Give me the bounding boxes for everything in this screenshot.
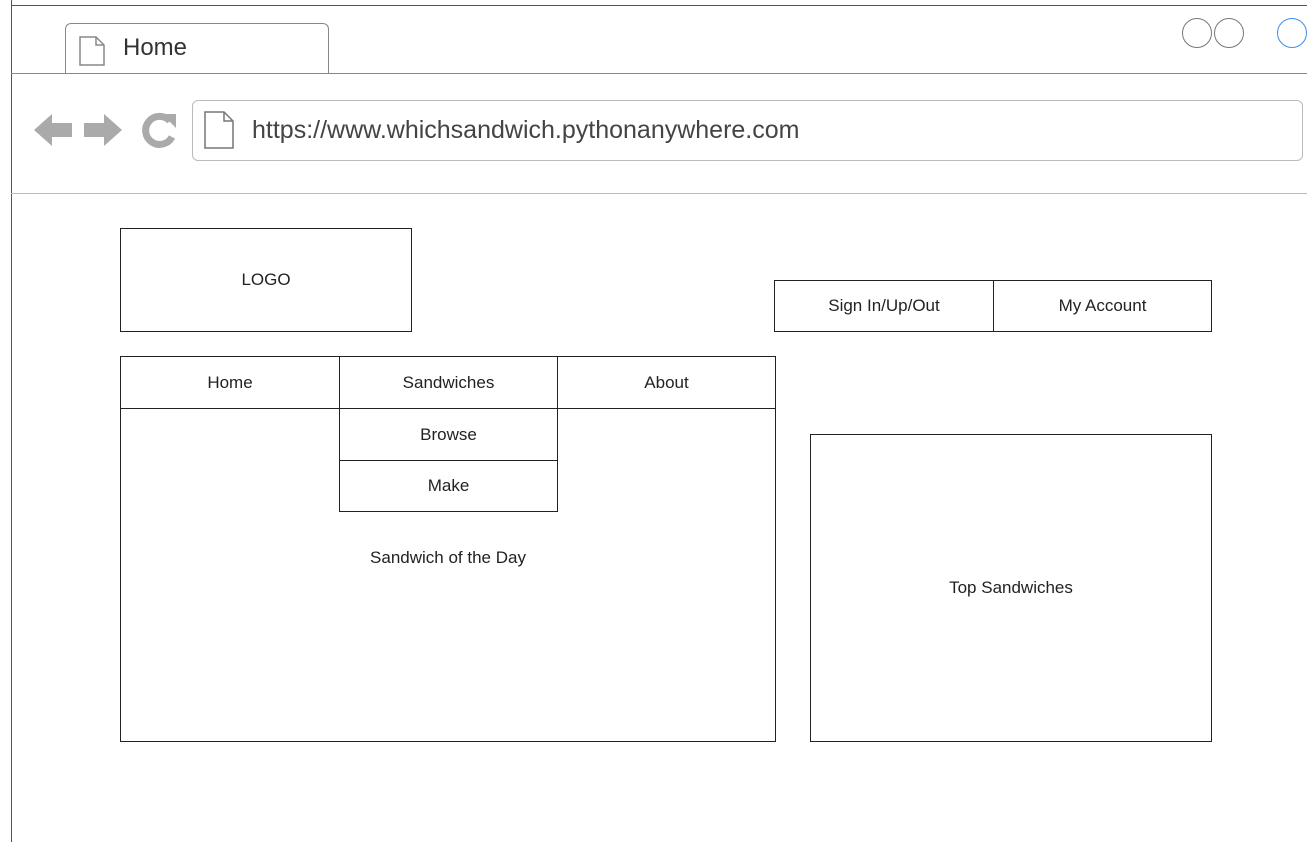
page-icon bbox=[204, 111, 234, 149]
document-icon bbox=[79, 36, 105, 66]
address-bar[interactable]: https://www.whichsandwich.pythonanywhere… bbox=[192, 100, 1303, 161]
top-sandwiches-panel: Top Sandwiches bbox=[810, 434, 1212, 742]
browser-tab[interactable]: Home bbox=[65, 23, 329, 74]
nav-about[interactable]: About bbox=[557, 356, 776, 409]
logo[interactable]: LOGO bbox=[120, 228, 412, 332]
nav-sandwiches[interactable]: Sandwiches bbox=[339, 356, 558, 409]
window-control-circle-3[interactable] bbox=[1277, 18, 1307, 48]
window-frame-left bbox=[11, 0, 12, 842]
window-frame-top bbox=[11, 5, 1307, 6]
reload-icon[interactable] bbox=[139, 110, 179, 150]
dropdown-browse[interactable]: Browse bbox=[339, 408, 558, 461]
sign-in-button[interactable]: Sign In/Up/Out bbox=[774, 280, 994, 332]
window-control-circle-1[interactable] bbox=[1182, 18, 1212, 48]
tab-bar-divider bbox=[11, 73, 1307, 74]
tab-title: Home bbox=[123, 34, 188, 61]
my-account-button[interactable]: My Account bbox=[993, 280, 1212, 332]
back-arrow-icon[interactable] bbox=[32, 110, 74, 150]
forward-arrow-icon[interactable] bbox=[82, 110, 124, 150]
nav-home[interactable]: Home bbox=[120, 356, 340, 409]
address-bar-divider bbox=[11, 193, 1307, 194]
url-text: https://www.whichsandwich.pythonanywhere… bbox=[252, 116, 800, 144]
window-control-circle-2[interactable] bbox=[1214, 18, 1244, 48]
dropdown-make[interactable]: Make bbox=[339, 460, 558, 512]
